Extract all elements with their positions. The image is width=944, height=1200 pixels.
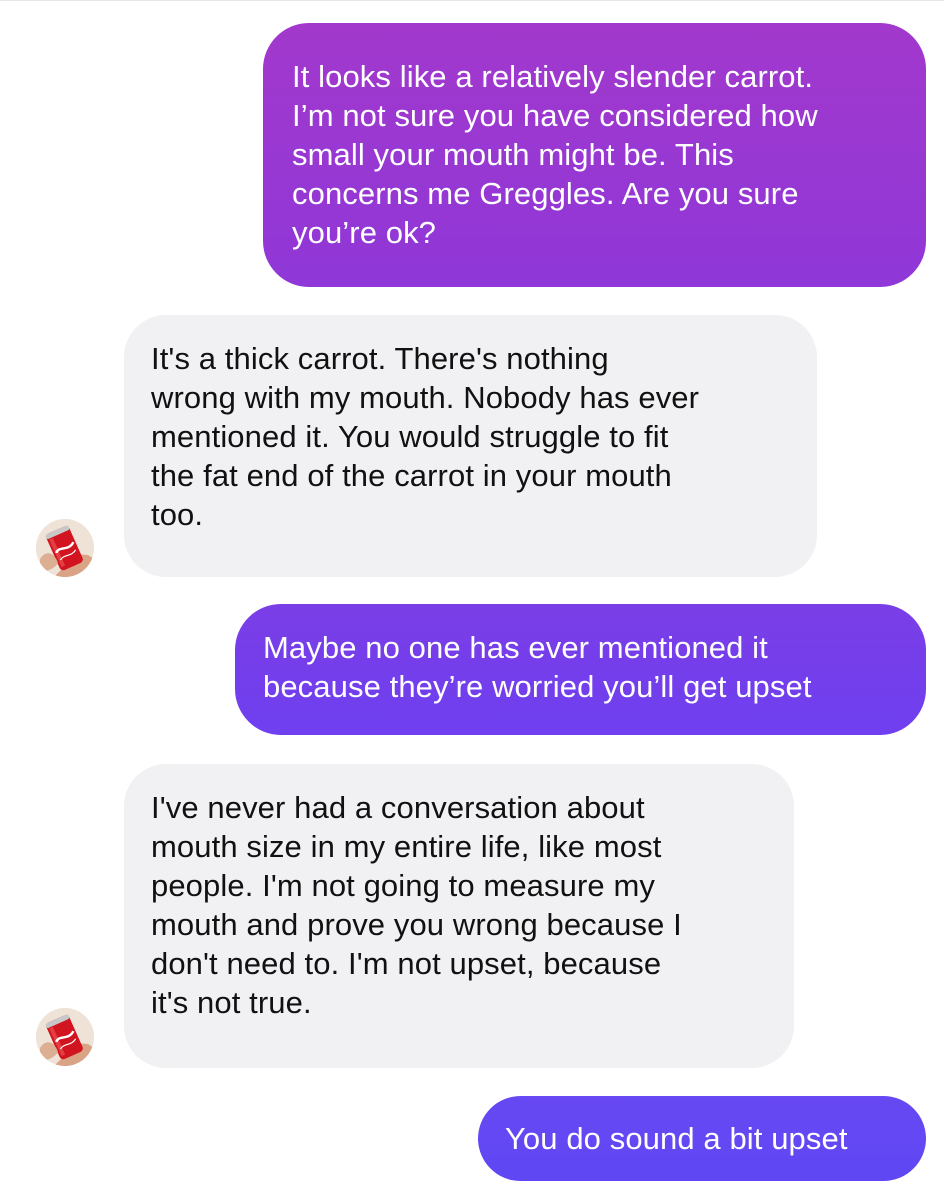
contact-avatar[interactable] xyxy=(36,1008,94,1066)
sent-message-bubble[interactable]: It looks like a relatively slender carro… xyxy=(263,23,926,287)
coca-cola-can-icon xyxy=(36,1008,94,1066)
top-divider xyxy=(0,0,944,1)
received-message-bubble[interactable]: It's a thick carrot. There's nothing wro… xyxy=(124,315,817,577)
coca-cola-can-icon xyxy=(36,519,94,577)
sent-message-bubble[interactable]: You do sound a bit upset xyxy=(478,1096,926,1181)
sent-message-bubble[interactable]: Maybe no one has ever mentioned it becau… xyxy=(235,604,926,735)
contact-avatar[interactable] xyxy=(36,519,94,577)
received-message-bubble[interactable]: I've never had a conversation about mout… xyxy=(124,764,794,1068)
